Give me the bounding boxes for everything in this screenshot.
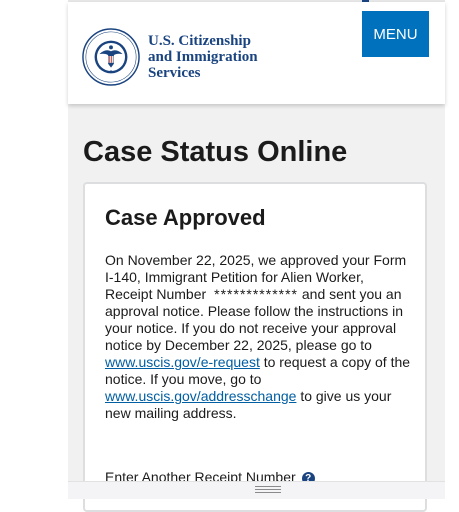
site-header: U.S. Citizenship and Immigration Service… [68,2,445,104]
dhs-seal-icon[interactable] [82,28,140,86]
case-status-title: Case Approved [105,205,266,230]
address-change-link[interactable]: www.uscis.gov/addresschange [105,388,296,404]
masked-receipt-number: ************* [214,286,298,302]
right-gutter [445,0,459,498]
e-request-link[interactable]: www.uscis.gov/e-request [105,354,260,370]
bottom-bar [68,481,445,499]
case-status-card: Case Approved On November 22, 2025, we a… [83,182,427,512]
org-name[interactable]: U.S. Citizenship and Immigration Service… [148,33,298,81]
drag-handle-icon[interactable] [255,486,281,493]
org-name-line-3: Services [148,65,201,81]
org-name-line-1: U.S. Citizenship [148,33,251,49]
page-title: Case Status Online [83,136,348,168]
org-name-line-2: and Immigration [148,49,258,65]
menu-button[interactable]: MENU [362,11,429,57]
left-gutter [0,0,68,498]
case-status-message: On November 22, 2025, we approved your F… [105,252,415,422]
